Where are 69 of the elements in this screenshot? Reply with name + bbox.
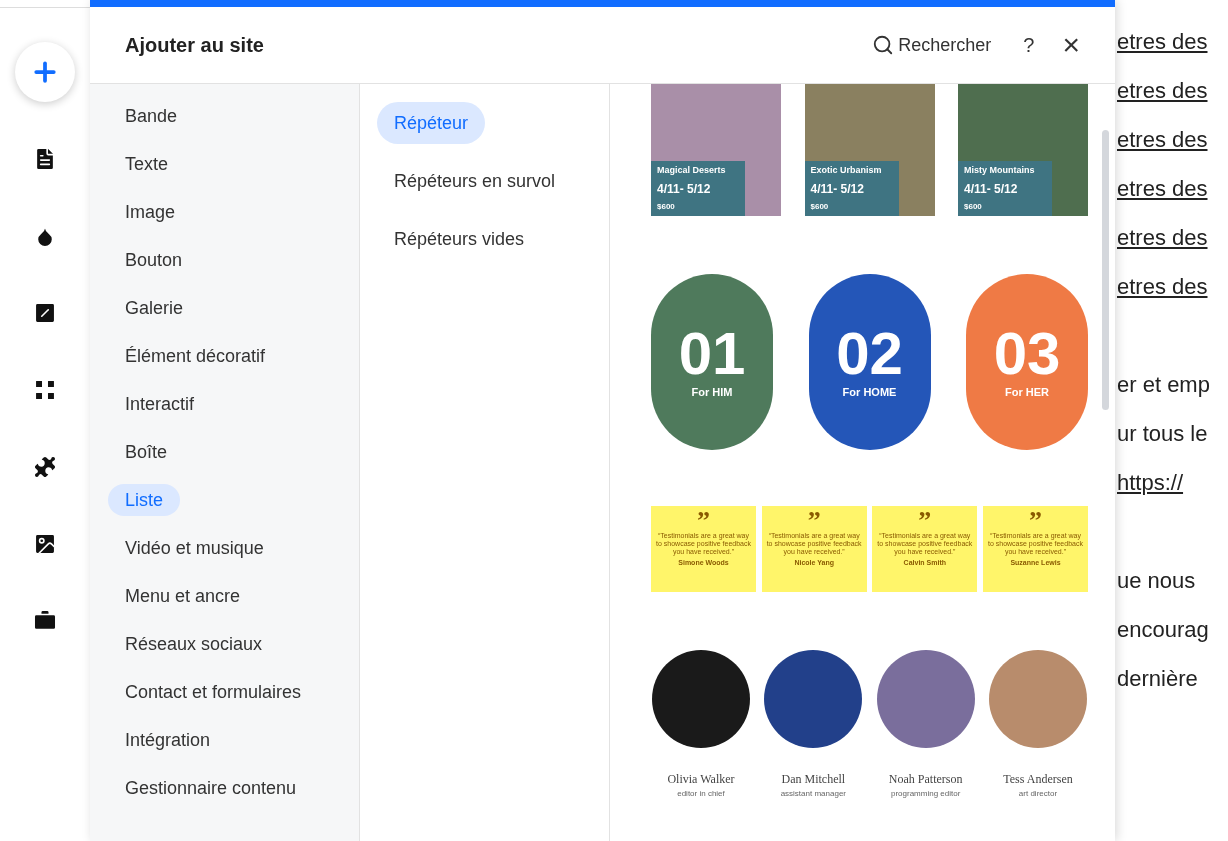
search-icon bbox=[872, 34, 895, 56]
travel-card[interactable]: Misty Mountains 4/11- 5/12 $600 bbox=[958, 84, 1088, 216]
page-link[interactable]: etres des bbox=[1117, 74, 1228, 123]
travel-card[interactable]: Magical Deserts 4/11- 5/12 $600 bbox=[651, 84, 781, 216]
card-dates: 4/11- 5/12 bbox=[964, 181, 1019, 198]
member-role: art director bbox=[1018, 788, 1058, 800]
subcategory-item[interactable]: Répéteurs en survol bbox=[377, 160, 573, 202]
panel-title: Ajouter au site bbox=[125, 33, 265, 58]
card-title: Exotic Urbanism bbox=[810, 163, 883, 177]
category-item[interactable]: Texte bbox=[108, 148, 186, 180]
card-title: Magical Deserts bbox=[657, 163, 727, 177]
add-button[interactable] bbox=[15, 42, 75, 102]
subcategory-item[interactable]: Répéteur bbox=[377, 102, 486, 144]
quote-mark: ” bbox=[1028, 510, 1042, 532]
card-price: $600 bbox=[964, 201, 983, 213]
card-number: 02 bbox=[836, 323, 903, 384]
card-dates: 4/11- 5/12 bbox=[810, 181, 865, 198]
card-label: For HER bbox=[1005, 384, 1049, 400]
page-link[interactable]: etres des bbox=[1117, 270, 1228, 319]
member-name: Olivia Walker bbox=[667, 771, 735, 788]
category-item[interactable]: Intégration bbox=[108, 724, 228, 756]
page-text: dernière bbox=[1117, 665, 1199, 693]
category-item[interactable]: Image bbox=[108, 196, 193, 228]
card-number: 03 bbox=[993, 323, 1061, 384]
member-role: editor in chief bbox=[677, 788, 725, 800]
category-item[interactable]: Boîte bbox=[108, 436, 185, 468]
page-link[interactable]: etres des bbox=[1117, 123, 1228, 172]
member-name: Tess Andersen bbox=[1003, 771, 1073, 788]
page-link[interactable]: etres des bbox=[1117, 25, 1228, 74]
page-text: encourag bbox=[1117, 616, 1210, 644]
card-price: $600 bbox=[810, 201, 830, 213]
help-button[interactable]: ? bbox=[1023, 30, 1035, 60]
page-link[interactable]: etres des bbox=[1117, 172, 1228, 221]
close-button[interactable]: × bbox=[1062, 30, 1080, 60]
puzzle-icon bbox=[32, 454, 58, 480]
member-name: Dan Mitchell bbox=[781, 771, 846, 788]
product-card[interactable]: 02 For HOME bbox=[808, 274, 931, 450]
category-item[interactable]: Élément décoratif bbox=[108, 340, 283, 372]
category-item[interactable]: Interactif bbox=[108, 388, 212, 420]
card-title: Misty Mountains bbox=[964, 163, 1036, 177]
quote-mark: ” bbox=[807, 510, 821, 532]
card-label: For HIM bbox=[691, 384, 733, 400]
card-label: For HOME bbox=[842, 384, 897, 400]
search-button[interactable]: Rechercher bbox=[872, 31, 992, 59]
category-item[interactable]: Contact et formulaires bbox=[108, 676, 319, 708]
category-item[interactable]: Menu et ancre bbox=[108, 580, 258, 612]
page-text: ur tous le bbox=[1117, 420, 1209, 448]
member-role: programming editor bbox=[890, 788, 961, 800]
category-item[interactable]: Liste bbox=[108, 484, 181, 516]
category-item[interactable]: Gestionnaire contenu bbox=[108, 772, 314, 804]
category-item[interactable]: Vidéo et musique bbox=[108, 532, 281, 564]
quote-mark: ” bbox=[697, 510, 710, 532]
travel-card[interactable]: Exotic Urbanism 4/11- 5/12 $600 bbox=[804, 84, 935, 216]
card-number: 01 bbox=[678, 323, 746, 384]
card-price: $600 bbox=[657, 201, 676, 213]
page-link[interactable]: https:// bbox=[1117, 466, 1228, 515]
card-dates: 4/11- 5/12 bbox=[657, 181, 712, 198]
member-role: assistant manager bbox=[780, 788, 846, 800]
page-text: er et emp bbox=[1117, 371, 1211, 399]
member-name: Noah Patterson bbox=[888, 771, 963, 788]
page-link[interactable]: etres des bbox=[1117, 221, 1228, 270]
product-card[interactable]: 01 For HIM bbox=[651, 274, 773, 450]
category-item[interactable]: Galerie bbox=[108, 292, 201, 324]
category-item[interactable]: Bouton bbox=[108, 244, 200, 276]
subcategory-item[interactable]: Répéteurs vides bbox=[377, 218, 542, 260]
quote-mark: ” bbox=[918, 510, 932, 532]
category-item[interactable]: Réseaux sociaux bbox=[108, 628, 280, 660]
page-text: ue nous bbox=[1117, 567, 1197, 595]
category-item[interactable]: Bande bbox=[108, 100, 195, 132]
